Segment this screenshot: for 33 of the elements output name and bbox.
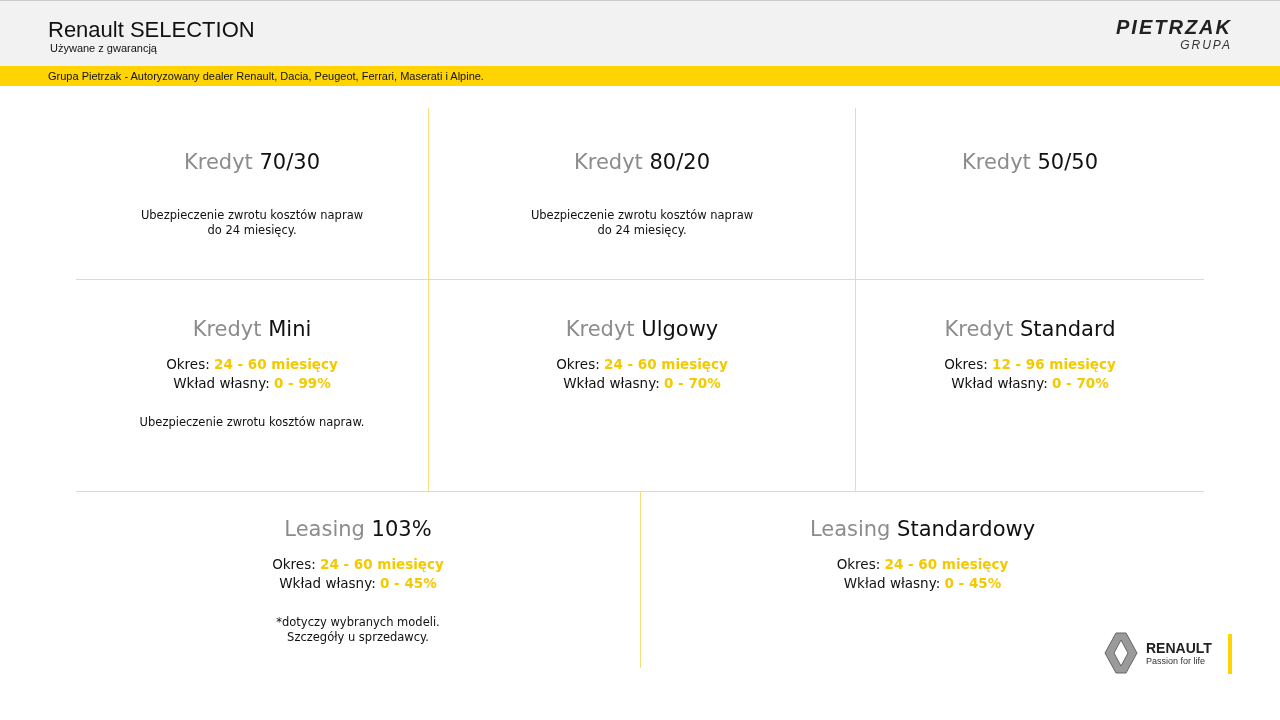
offer-detail: Wkład własny: 0 - 45% — [843, 574, 1002, 593]
offer-title: Leasing Standardowy — [809, 517, 1036, 541]
offer-title: Kredyt 50/50 — [961, 150, 1099, 174]
dealer-banner: Grupa Pietrzak - Autoryzowany dealer Renault, Dacia, Peugeot, Ferrari, Maserati i Alpine. — [0, 66, 1280, 86]
offer-detail: Okres: 24 - 60 miesięcy — [272, 555, 444, 574]
offer-title: Kredyt Standard — [944, 317, 1116, 341]
offer-note: *dotyczy wybranych modeli. — [276, 615, 440, 630]
offer-note: Ubezpieczenie zwrotu kosztów napraw — [140, 208, 364, 223]
offer-note: Szczegóły u sprzedawcy. — [287, 630, 429, 645]
offer-detail: Wkład własny: 0 - 70% — [951, 374, 1109, 393]
offer-title: Leasing 103% — [284, 517, 432, 541]
offer-detail: Okres: 24 - 60 miesięcy — [166, 355, 338, 374]
offer-detail: Wkład własny: 0 - 99% — [173, 374, 331, 393]
offer-note: do 24 miesięcy. — [597, 223, 687, 238]
offer-note: do 24 miesięcy. — [207, 223, 297, 238]
page-title: Renault SELECTION — [48, 18, 255, 42]
offer-detail: Okres: 12 - 96 miesięcy — [944, 355, 1116, 374]
offer-detail: Wkład własny: 0 - 45% — [279, 574, 437, 593]
diamond-logo-icon — [1104, 632, 1138, 674]
offer-detail: Wkład własny: 0 - 70% — [563, 374, 721, 393]
offer-title: Kredyt 80/20 — [573, 150, 711, 174]
offer-title: Kredyt Mini — [192, 317, 312, 341]
offer-note: Ubezpieczenie zwrotu kosztów napraw. — [139, 415, 365, 430]
logo-name: RENAULT — [1146, 640, 1212, 656]
brand-logo-name: PIETRZAK — [1116, 16, 1232, 38]
page-subtitle: Używane z gwarancją — [50, 42, 158, 54]
logo-tagline: Passion for life — [1146, 656, 1207, 666]
offer-note: Ubezpieczenie zwrotu kosztów napraw — [530, 208, 754, 223]
brand-logo-subtitle: GRUPA — [1180, 38, 1232, 52]
offer-title: Kredyt Ulgowy — [565, 317, 719, 341]
offer-title: Kredyt 70/30 — [183, 150, 321, 174]
offer-detail: Okres: 24 - 60 miesięcy — [556, 355, 728, 374]
offer-detail: Okres: 24 - 60 miesięcy — [836, 555, 1009, 574]
